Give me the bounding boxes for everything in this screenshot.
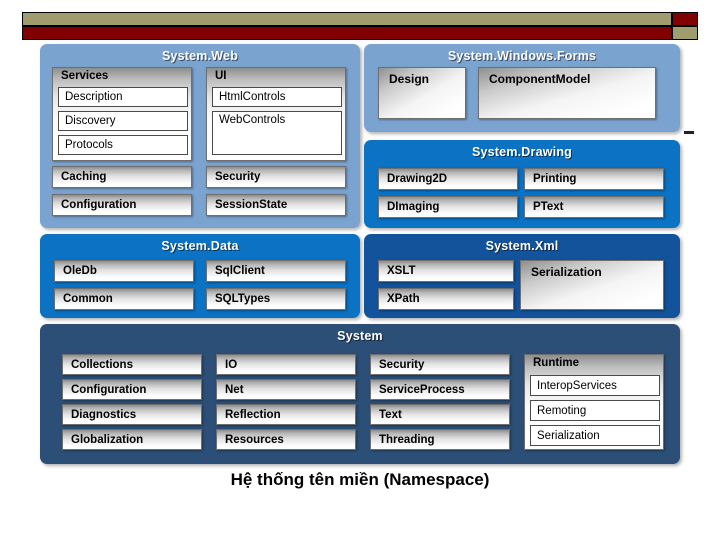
chip-ptext[interactable]: PText <box>524 196 664 218</box>
chip-sessionstate[interactable]: SessionState <box>206 194 346 216</box>
chip-sqlclient[interactable]: SqlClient <box>206 260 346 282</box>
subchip-webcontrols[interactable]: WebControls <box>212 111 342 155</box>
banner-maroon-band <box>22 26 672 40</box>
chip-serviceprocess[interactable]: ServiceProcess <box>370 379 510 400</box>
stray-dash-mark <box>684 131 694 134</box>
chip-xslt[interactable]: XSLT <box>378 260 514 282</box>
chip-net[interactable]: Net <box>216 379 356 400</box>
panel-system: System Collections Configuration Diagnos… <box>40 324 680 464</box>
chip-group-title-ui: UI <box>215 70 227 82</box>
banner-cap-olive <box>672 26 698 40</box>
chip-oledb[interactable]: OleDb <box>54 260 194 282</box>
subchip-htmlcontrols[interactable]: HtmlControls <box>212 87 342 107</box>
chip-configuration-web[interactable]: Configuration <box>52 194 192 216</box>
chip-collections[interactable]: Collections <box>62 354 202 375</box>
diagram-caption: Hệ thống tên miền (Namespace) <box>230 470 490 489</box>
panel-system-xml: System.Xml XSLT XPath Serialization <box>364 234 680 318</box>
chip-resources[interactable]: Resources <box>216 429 356 450</box>
subchip-discovery[interactable]: Discovery <box>58 111 188 131</box>
chip-text[interactable]: Text <box>370 404 510 425</box>
banner-cap-maroon <box>672 12 698 26</box>
chip-xpath[interactable]: XPath <box>378 288 514 310</box>
chip-group-title-services: Services <box>61 70 109 82</box>
chip-printing[interactable]: Printing <box>524 168 664 190</box>
chip-design[interactable]: Design <box>378 67 466 119</box>
subchip-serialization-runtime[interactable]: Serialization <box>530 425 660 446</box>
chip-group-services[interactable]: Services Description Discovery Protocols <box>52 67 192 161</box>
panel-system-data: System.Data OleDb Common SqlClient SQLTy… <box>40 234 360 318</box>
chip-group-ui[interactable]: UI HtmlControls WebControls <box>206 67 346 161</box>
chip-security-system[interactable]: Security <box>370 354 510 375</box>
subchip-protocols[interactable]: Protocols <box>58 135 188 155</box>
chip-diagnostics[interactable]: Diagnostics <box>62 404 202 425</box>
panel-system-drawing: System.Drawing Drawing2D DImaging Printi… <box>364 140 680 228</box>
chip-componentmodel[interactable]: ComponentModel <box>478 67 656 119</box>
panel-system-web: System.Web Services Description Discover… <box>40 44 360 228</box>
banner-olive-band <box>22 12 672 26</box>
panel-title-system-drawing: System.Drawing <box>471 145 573 159</box>
chip-configuration-system[interactable]: Configuration <box>62 379 202 400</box>
chip-serialization-xml[interactable]: Serialization <box>520 260 664 310</box>
chip-dimaging[interactable]: DImaging <box>378 196 518 218</box>
chip-drawing2d[interactable]: Drawing2D <box>378 168 518 190</box>
chip-group-runtime[interactable]: Runtime InteropServices Remoting Seriali… <box>524 354 664 450</box>
panel-system-windows-forms: System.Windows.Forms Design ComponentMod… <box>364 44 680 132</box>
subchip-interopservices[interactable]: InteropServices <box>530 375 660 396</box>
panel-title-system: System <box>337 329 383 343</box>
chip-sqltypes[interactable]: SQLTypes <box>206 288 346 310</box>
chip-group-title-runtime: Runtime <box>533 357 579 369</box>
panel-title-system-data: System.Data <box>161 239 239 253</box>
chip-caching[interactable]: Caching <box>52 166 192 188</box>
chip-globalization[interactable]: Globalization <box>62 429 202 450</box>
decorative-banner <box>22 12 698 42</box>
panel-title-system-xml: System.Xml <box>485 239 559 253</box>
chip-threading[interactable]: Threading <box>370 429 510 450</box>
chip-reflection[interactable]: Reflection <box>216 404 356 425</box>
chip-common[interactable]: Common <box>54 288 194 310</box>
chip-io[interactable]: IO <box>216 354 356 375</box>
subchip-remoting[interactable]: Remoting <box>530 400 660 421</box>
subchip-description[interactable]: Description <box>58 87 188 107</box>
panel-title-system-windows-forms: System.Windows.Forms <box>447 49 597 63</box>
chip-security-web[interactable]: Security <box>206 166 346 188</box>
panel-title-system-web: System.Web <box>161 49 239 63</box>
